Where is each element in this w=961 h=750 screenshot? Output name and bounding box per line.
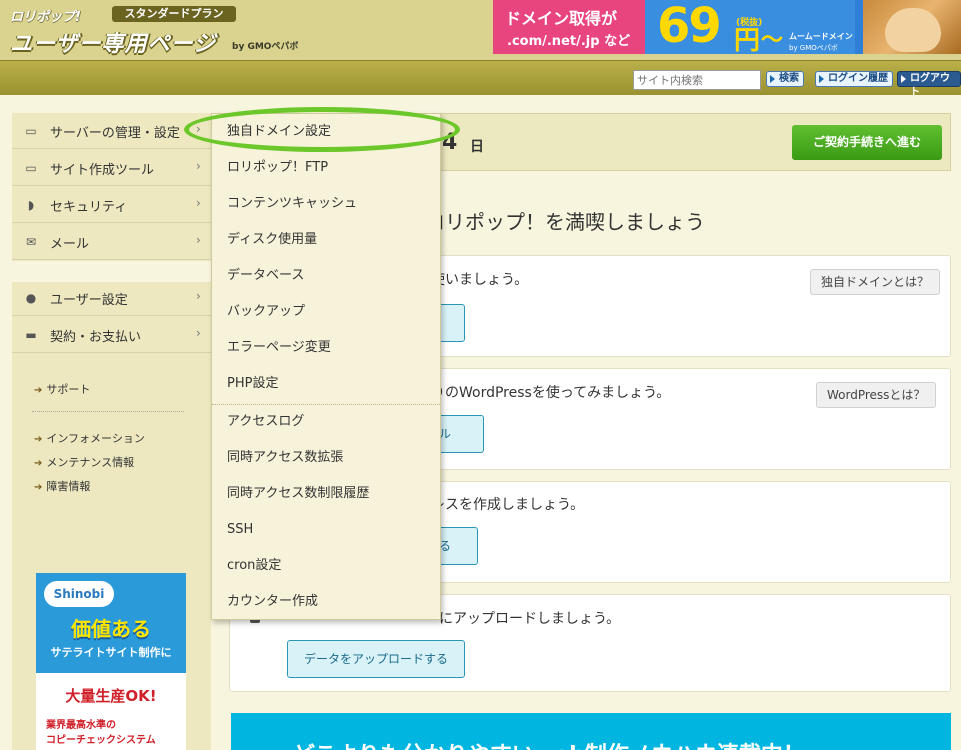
logout-button[interactable]: ログアウト <box>897 71 961 98</box>
lolipop-logo[interactable]: ロリポップ! スタンダードプラン ユーザー専用ページ by GMOペパボ <box>10 4 310 57</box>
login-history-button[interactable]: ログイン履歴 <box>815 71 893 87</box>
shinobi-logo: Shinobi <box>44 581 114 607</box>
search-button[interactable]: 検索 <box>766 71 804 87</box>
trial-days-unit: 日 <box>470 139 484 155</box>
menu-item-ftp[interactable]: ロリポップ！FTP <box>212 150 440 186</box>
menu-item-access-log[interactable]: アクセスログ <box>212 404 440 440</box>
card-text: にアップロードしましょう。 <box>439 611 621 627</box>
chevron-right-icon: › <box>196 289 201 303</box>
shinobi-headline: 価値ある <box>71 617 151 641</box>
menu-item-concurrent-limit-history[interactable]: 同時アクセス数制限履歴 <box>212 476 440 512</box>
server-settings-dropdown: 独自ドメイン設定 ロリポップ！FTP コンテンツキャッシュ ディスク使用量 デー… <box>211 113 441 620</box>
ad-line2: .com/.net/.jp など <box>507 34 631 49</box>
menu-item-cron[interactable]: cron設定 <box>212 548 440 584</box>
card-text: りのWordPressを使ってみましょう。 <box>431 385 671 401</box>
link-maintenance[interactable]: ➔ メンテナンス情報 <box>34 454 134 470</box>
card-text: 使いましょう。 <box>431 272 529 288</box>
menu-item-concurrent-access[interactable]: 同時アクセス数拡張 <box>212 440 440 476</box>
divider <box>32 411 184 412</box>
menu-item-content-cache[interactable]: コンテンツキャッシュ <box>212 186 440 222</box>
sidebar-item-label: メール <box>50 237 90 252</box>
card-button-row: データをアップロードする <box>230 640 952 680</box>
server-icon: ▭ <box>25 124 37 138</box>
shinobi-line3: 業界最高水準の <box>46 720 116 731</box>
main-heading: ロリポップ！を満喫しましょう <box>425 210 705 234</box>
arrow-right-icon: ➔ <box>34 482 43 493</box>
dog-face <box>885 8 941 52</box>
menu-item-backup[interactable]: バックアップ <box>212 294 440 330</box>
plan-badge: スタンダードプラン <box>112 6 236 22</box>
site-search-input[interactable] <box>633 70 761 90</box>
arrow-right-icon: ➔ <box>34 458 43 469</box>
sidebar-item-label: セキュリティ <box>50 200 128 215</box>
chevron-right-icon: › <box>196 326 201 340</box>
laptop-icon: ▭ <box>25 161 37 175</box>
top-navbar: 検索 ログイン履歴 ログアウト <box>0 60 961 98</box>
sidebar-item-site-tools[interactable]: ▭ サイト作成ツール › <box>12 150 211 186</box>
arrow-right-icon: ➔ <box>34 385 43 396</box>
sidebar-gap <box>12 261 211 282</box>
shield-icon: ◗ <box>27 198 35 212</box>
chevron-right-icon: › <box>196 196 201 210</box>
logo-brand: ロリポップ! <box>10 10 81 25</box>
sidebar-item-user-settings[interactable]: ● ユーザー設定 › <box>12 280 211 316</box>
domain-ad-banner[interactable]: ドメイン取得が .com/.net/.jp など 69 (税抜) 円 〜 ムーム… <box>493 0 961 54</box>
help-wordpress-button[interactable]: WordPressとは？ <box>816 382 937 408</box>
link-support[interactable]: ➔ サポート <box>34 381 90 397</box>
ad-price: 69 <box>657 0 722 54</box>
sidebar-item-mail[interactable]: ✉ メール › <box>12 224 211 260</box>
header: ロリポップ! スタンダードプラン ユーザー専用ページ by GMOペパボ ドメイ… <box>0 0 961 60</box>
user-icon: ● <box>25 291 37 305</box>
highlight-annotation-ring <box>184 107 460 152</box>
menu-item-database[interactable]: データベース <box>212 258 440 294</box>
sidebar-item-label: サーバーの管理・設定 <box>50 126 180 141</box>
sidebar-item-label: 契約・お支払い <box>50 330 142 345</box>
menu-item-error-page[interactable]: エラーページ変更 <box>212 330 440 366</box>
sidebar-item-label: ユーザー設定 <box>50 293 128 308</box>
logo-by-text: by GMOペパボ <box>232 42 299 52</box>
ad-gmo: by GMOペパボ <box>789 44 838 52</box>
sidebar-item-label: サイト作成ツール <box>50 163 155 178</box>
contract-button[interactable]: ご契約手続きへ進む <box>792 125 942 160</box>
menu-item-ssh[interactable]: SSH <box>212 512 440 548</box>
sidebar-item-security[interactable]: ◗ セキュリティ › <box>12 187 211 223</box>
link-outage[interactable]: ➔ 障害情報 <box>34 478 90 494</box>
ad-line1: ドメイン取得が <box>505 9 618 28</box>
sidebar-item-billing[interactable]: ▬ 契約・お支払い › <box>12 317 211 353</box>
shinobi-subline: サテライトサイト制作に <box>50 646 172 659</box>
shinobi-line4: コピーチェックシステム <box>46 735 156 746</box>
shinobi-ok: 大量生産OK! <box>65 687 157 705</box>
link-information[interactable]: ➔ インフォメーション <box>34 430 145 446</box>
ad-muumuu: ムームードメイン <box>789 32 853 41</box>
arrow-right-icon: ➔ <box>34 434 43 445</box>
chevron-right-icon: › <box>196 233 201 247</box>
sidebar-item-server[interactable]: ▭ サーバーの管理・設定 › <box>12 113 211 149</box>
menu-item-php-settings[interactable]: PHP設定 <box>212 366 440 402</box>
chevron-right-icon: › <box>196 159 201 173</box>
mail-icon: ✉ <box>25 235 37 249</box>
upload-data-button[interactable]: データをアップロードする <box>287 640 466 678</box>
menu-item-counter[interactable]: カウンター作成 <box>212 584 440 620</box>
ad-yen: 円 <box>734 26 761 54</box>
credit-card-icon: ▬ <box>25 328 37 342</box>
page-title: ユーザー専用ページ <box>10 32 217 57</box>
help-domain-button[interactable]: 独自ドメインとは？ <box>810 269 941 295</box>
shinobi-ad-banner[interactable]: Shinobi 価値ある サテライトサイト制作に 大量生産OK! 業界最高水準の… <box>36 573 186 750</box>
sidebar: ▭ サーバーの管理・設定 › ▭ サイト作成ツール › ◗ セキュリティ › ✉… <box>12 113 211 750</box>
menu-item-disk-usage[interactable]: ディスク使用量 <box>212 222 440 258</box>
web-knowhow-banner[interactable]: どこよりも分かりやすいweb制作ノウハウ連載中！ <box>231 713 951 750</box>
card-text: レスを作成しましょう。 <box>431 497 585 513</box>
ad-tilde: 〜 <box>761 28 784 53</box>
